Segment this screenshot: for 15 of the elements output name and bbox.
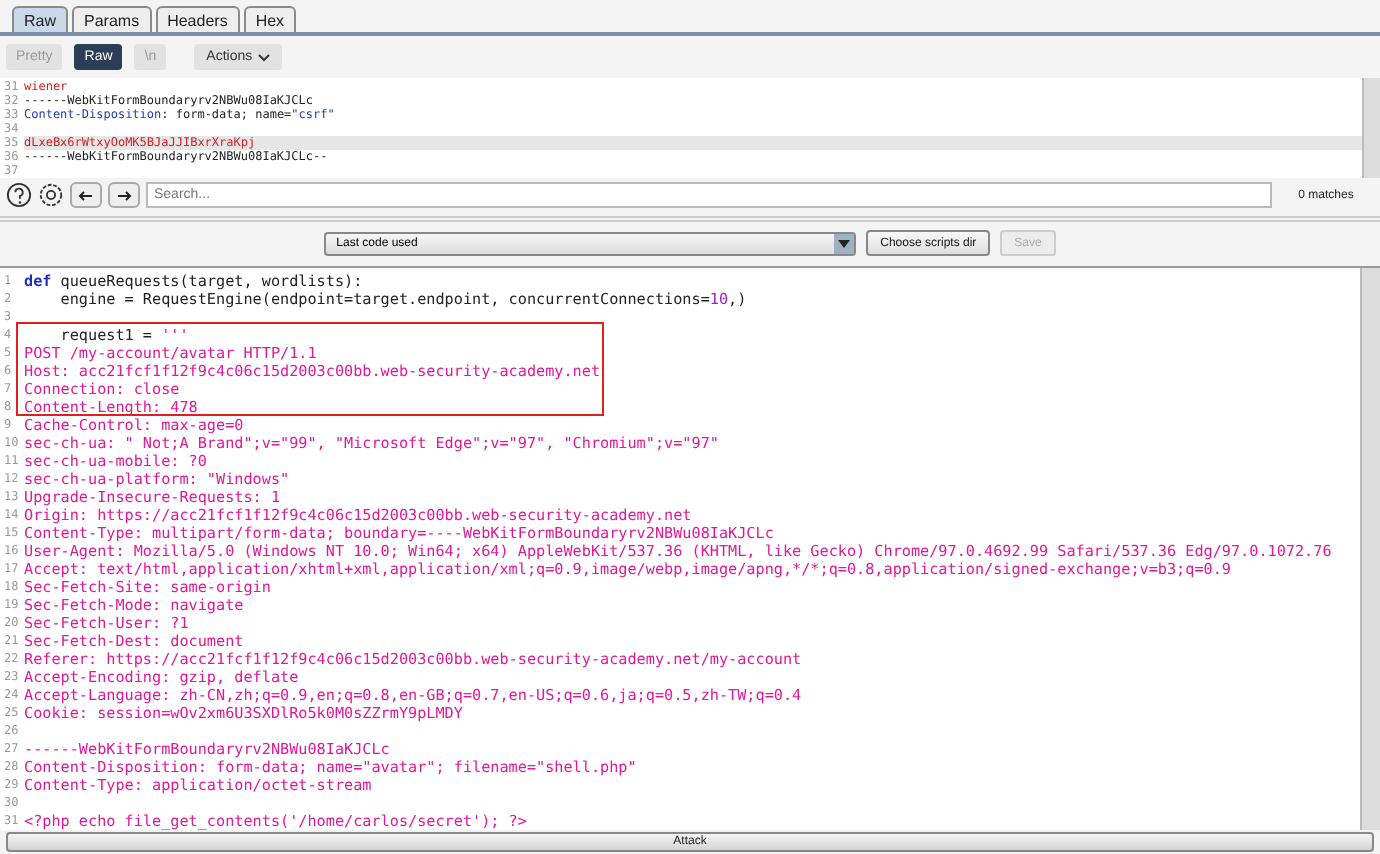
left-arrow-icon bbox=[78, 189, 94, 201]
tab[interactable]: Params bbox=[72, 6, 152, 32]
chevron-icon bbox=[258, 53, 271, 61]
right-arrow-icon bbox=[116, 189, 132, 201]
tab[interactable]: Raw bbox=[12, 6, 69, 32]
script-editor[interactable] bbox=[0, 266, 1380, 830]
scrollbar[interactable] bbox=[1360, 268, 1380, 830]
dropdown-caret-icon bbox=[838, 239, 851, 247]
settings-icon[interactable] bbox=[38, 182, 64, 208]
tab[interactable]: Headers bbox=[155, 6, 240, 32]
help-icon[interactable] bbox=[6, 182, 32, 208]
tab[interactable]: Hex bbox=[243, 6, 297, 32]
back-button[interactable] bbox=[70, 182, 102, 208]
scrollbar[interactable] bbox=[1362, 78, 1380, 178]
forward-button[interactable] bbox=[108, 182, 140, 208]
